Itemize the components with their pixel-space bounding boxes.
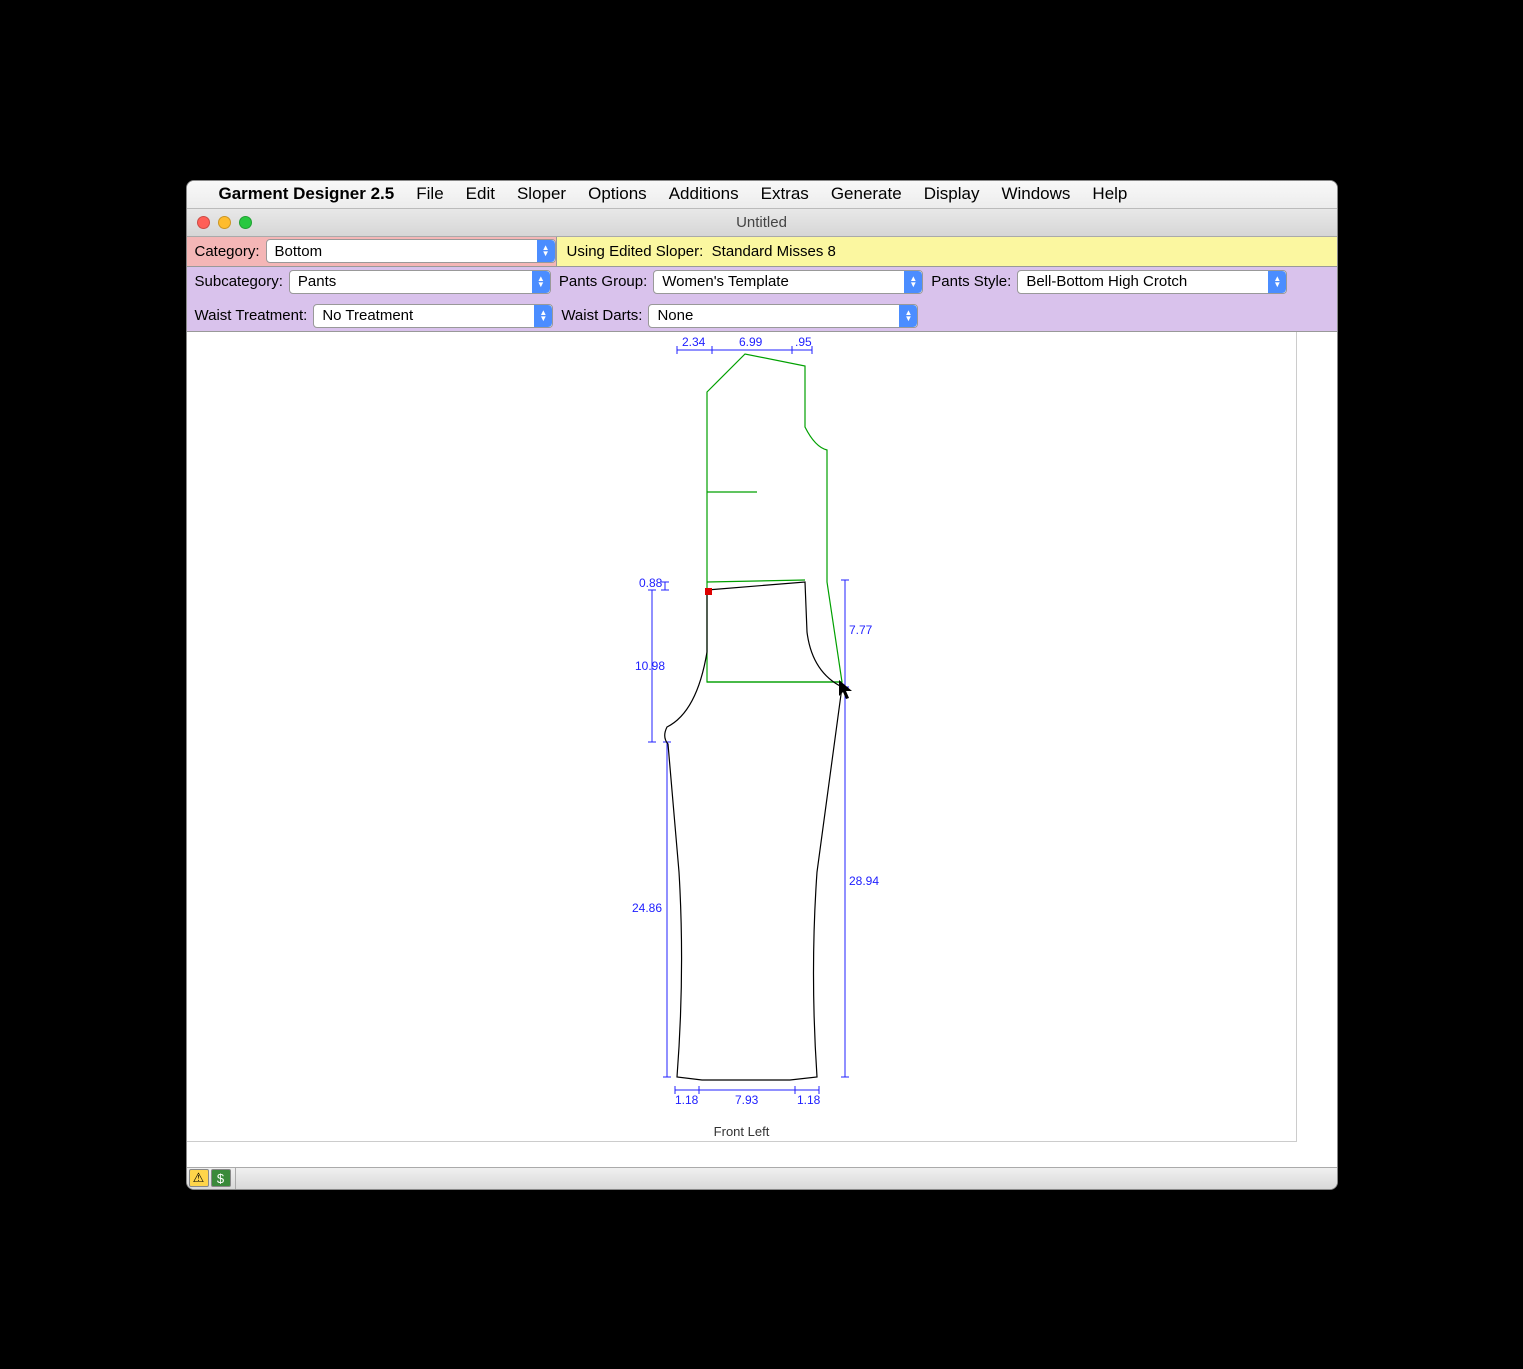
pants-style-select[interactable]: Bell-Bottom High Crotch ▲▼	[1017, 270, 1287, 294]
category-select[interactable]: Bottom ▲▼	[266, 239, 556, 263]
pants-style-value: Bell-Bottom High Crotch	[1026, 273, 1187, 290]
chevron-updown-icon: ▲▼	[537, 240, 555, 262]
dim-right-lower: 28.94	[849, 874, 879, 888]
menu-generate[interactable]: Generate	[831, 184, 902, 204]
dim-top-c: .95	[795, 335, 812, 349]
menu-options[interactable]: Options	[588, 184, 647, 204]
chevron-updown-icon: ▲▼	[532, 271, 550, 293]
sloper-status: Using Edited Sloper: Standard Misses 8	[556, 237, 1337, 266]
chevron-updown-icon: ▲▼	[534, 305, 552, 327]
dim-bottom-c: 1.18	[797, 1093, 821, 1107]
dim-bottom-b: 7.93	[735, 1093, 759, 1107]
category-label: Category:	[187, 243, 266, 260]
dim-top-a: 2.34	[682, 335, 706, 349]
dim-left-upper: 10.98	[635, 659, 665, 673]
waist-treatment-label: Waist Treatment:	[187, 307, 314, 324]
menu-additions[interactable]: Additions	[669, 184, 739, 204]
view-label: Front Left	[187, 1124, 1297, 1139]
subcategory-label: Subcategory:	[187, 273, 289, 290]
titlebar: Untitled	[187, 209, 1337, 237]
pattern-canvas[interactable]: 2.34 6.99 .95 0.88 10.98 24.86	[187, 332, 1337, 1167]
chevron-updown-icon: ▲▼	[1268, 271, 1286, 293]
menu-file[interactable]: File	[416, 184, 443, 204]
pants-style-label: Pants Style:	[923, 273, 1017, 290]
pants-group-label: Pants Group:	[551, 273, 653, 290]
waist-darts-select[interactable]: None ▲▼	[648, 304, 918, 328]
dim-left-lower: 24.86	[632, 901, 662, 915]
dim-waist-drop: 0.88	[639, 576, 663, 590]
menu-extras[interactable]: Extras	[761, 184, 809, 204]
chevron-updown-icon: ▲▼	[899, 305, 917, 327]
dim-right-upper: 7.77	[849, 623, 873, 637]
pants-group-select[interactable]: Women's Template ▲▼	[653, 270, 923, 294]
waist-darts-value: None	[657, 307, 693, 324]
subcategory-value: Pants	[298, 273, 336, 290]
close-icon[interactable]	[197, 216, 210, 229]
sloper-status-label: Using Edited Sloper:	[567, 243, 704, 260]
menu-sloper[interactable]: Sloper	[517, 184, 566, 204]
window-title: Untitled	[187, 214, 1337, 231]
waist-treatment-select[interactable]: No Treatment ▲▼	[313, 304, 553, 328]
waist-treatment-value: No Treatment	[322, 307, 413, 324]
menu-help[interactable]: Help	[1092, 184, 1127, 204]
dim-top-b: 6.99	[739, 335, 763, 349]
currency-icon[interactable]: $	[211, 1169, 231, 1187]
zoom-icon[interactable]	[239, 216, 252, 229]
menu-edit[interactable]: Edit	[466, 184, 495, 204]
app-name[interactable]: Garment Designer 2.5	[219, 184, 395, 204]
menu-display[interactable]: Display	[924, 184, 980, 204]
waist-darts-label: Waist Darts:	[553, 307, 648, 324]
subcategory-select[interactable]: Pants ▲▼	[289, 270, 551, 294]
warning-icon[interactable]: ⚠	[189, 1169, 209, 1187]
dim-bottom-a: 1.18	[675, 1093, 699, 1107]
pattern-drawing: 2.34 6.99 .95 0.88 10.98 24.86	[187, 332, 1297, 1152]
pants-group-value: Women's Template	[662, 273, 789, 290]
menu-windows[interactable]: Windows	[1001, 184, 1070, 204]
sloper-status-value: Standard Misses 8	[712, 243, 836, 260]
menubar: Garment Designer 2.5 File Edit Sloper Op…	[187, 181, 1337, 209]
chevron-updown-icon: ▲▼	[904, 271, 922, 293]
edit-handle[interactable]	[705, 588, 712, 595]
statusbar: ⚠ $	[187, 1167, 1337, 1189]
minimize-icon[interactable]	[218, 216, 231, 229]
category-value: Bottom	[275, 243, 323, 260]
